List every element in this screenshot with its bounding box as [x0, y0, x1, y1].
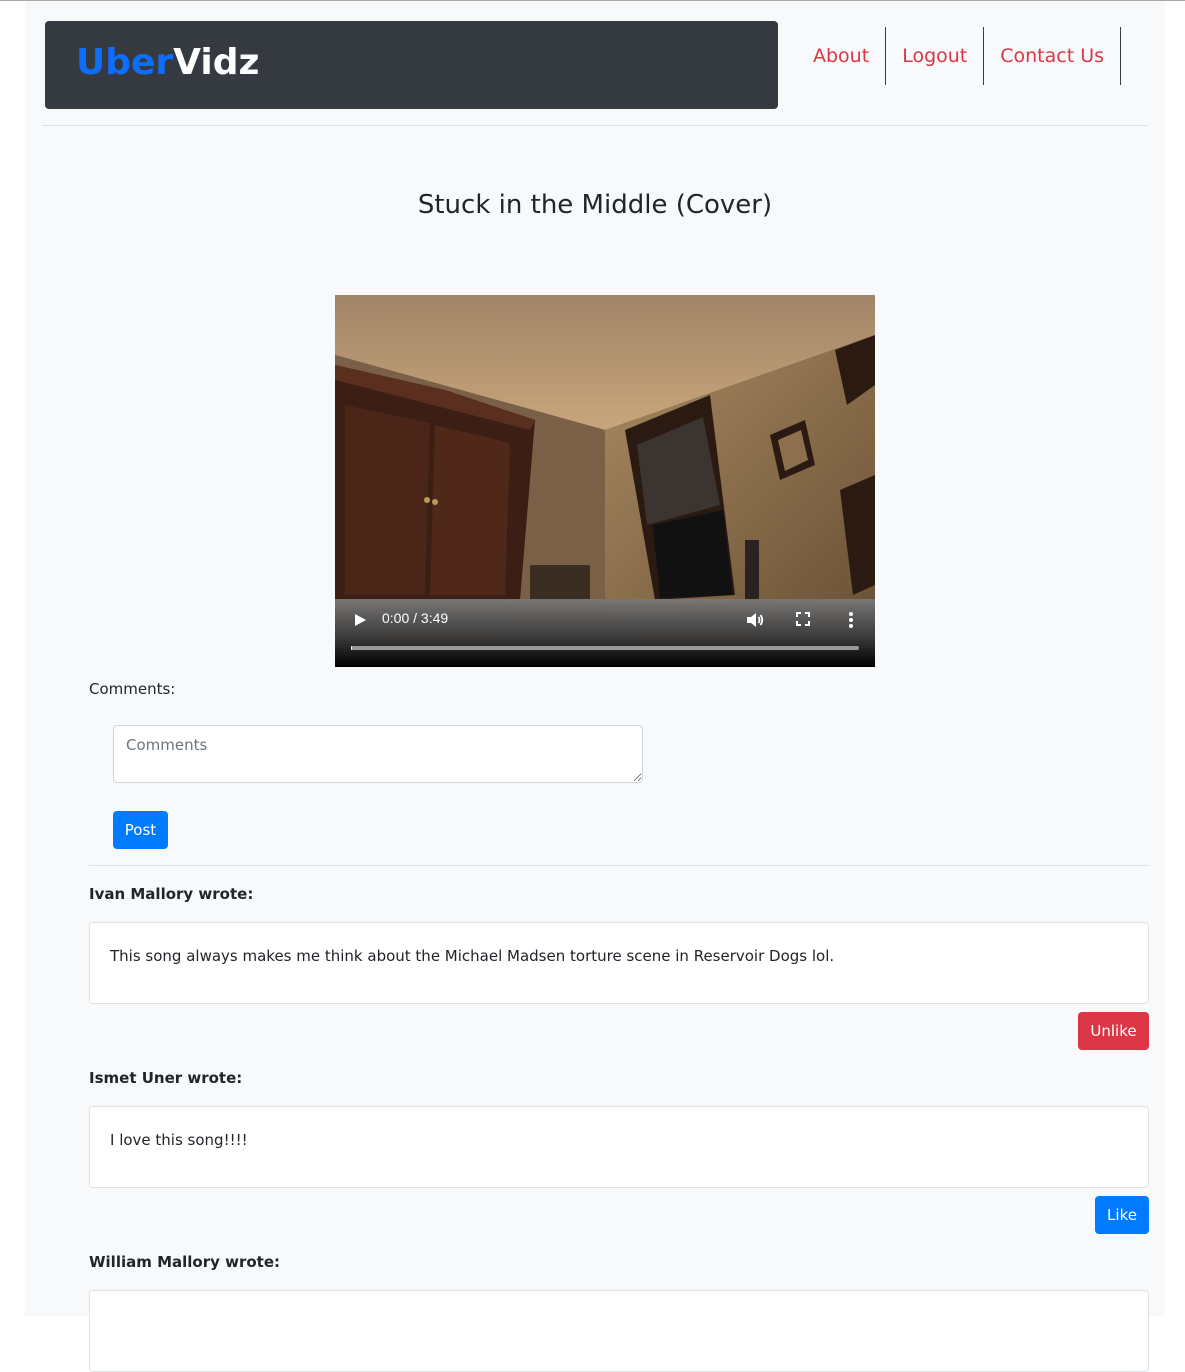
like-button[interactable]: Like: [1095, 1196, 1149, 1234]
header-divider: [42, 125, 1148, 126]
nav-about-link[interactable]: About: [797, 27, 887, 85]
video-progress-fill: [351, 646, 352, 650]
video-title: Stuck in the Middle (Cover): [417, 190, 773, 220]
comment-author: Ismet Uner wrote:: [89, 1069, 243, 1087]
fullscreen-icon[interactable]: [795, 611, 811, 627]
video-time: 0:00 / 3:49: [382, 610, 449, 626]
brand-logo[interactable]: UberVidz: [76, 41, 259, 85]
brand-part-uber: Uber: [76, 42, 174, 83]
page-container: UberVidz About Logout Contact Us Stuck i…: [25, 1, 1165, 1372]
comment-card: [89, 1290, 1149, 1372]
comments-label: Comments:: [89, 680, 176, 698]
comment-text: I love this song!!!!: [110, 1131, 248, 1149]
comment-text: This song always makes me think about th…: [110, 947, 835, 965]
comment-card: I love this song!!!!: [89, 1106, 1149, 1188]
nav-logout-link[interactable]: Logout: [886, 27, 985, 85]
comments-divider: [89, 865, 1149, 866]
brand-header: UberVidz: [45, 21, 778, 109]
video-controls: 0:00 / 3:49: [335, 599, 875, 667]
play-icon[interactable]: [352, 612, 368, 628]
post-button[interactable]: Post: [113, 811, 168, 849]
volume-icon[interactable]: [745, 610, 765, 630]
comment-author: William Mallory wrote:: [89, 1253, 281, 1271]
more-options-icon[interactable]: [845, 610, 857, 630]
video-player[interactable]: 0:00 / 3:49: [335, 295, 875, 667]
unlike-button[interactable]: Unlike: [1078, 1012, 1149, 1050]
video-progress-bar[interactable]: [351, 646, 859, 650]
brand-part-vidz: Vidz: [173, 42, 260, 83]
top-nav: About Logout Contact Us: [797, 27, 1122, 87]
nav-contact-link[interactable]: Contact Us: [984, 27, 1122, 85]
comment-card: This song always makes me think about th…: [89, 922, 1149, 1004]
comment-author: Ivan Mallory wrote:: [89, 885, 254, 903]
comment-input[interactable]: [113, 725, 643, 783]
